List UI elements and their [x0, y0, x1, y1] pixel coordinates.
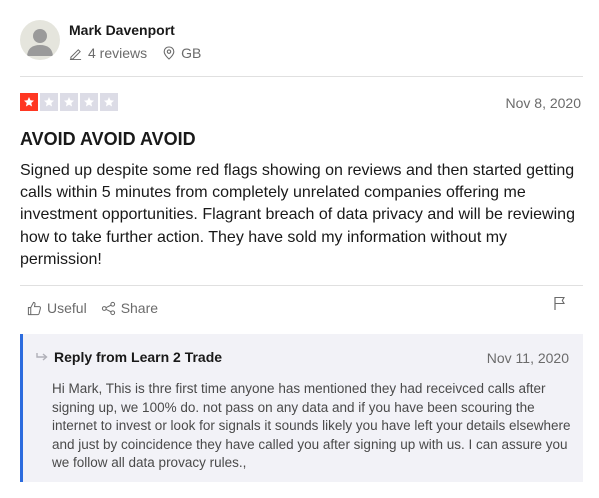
useful-label: Useful — [47, 300, 87, 316]
avatar[interactable] — [20, 20, 60, 60]
review-actions: Useful Share — [27, 300, 172, 316]
reviewer-name[interactable]: Mark Davenport — [69, 22, 175, 38]
star-3-empty — [60, 93, 78, 111]
star-4-empty — [80, 93, 98, 111]
review-title[interactable]: AVOID AVOID AVOID — [20, 129, 196, 150]
star-1-filled — [20, 93, 38, 111]
star-rating — [20, 93, 118, 111]
actions-divider — [20, 285, 583, 286]
reply-heading: Reply from Learn 2 Trade — [54, 349, 223, 365]
pencil-icon — [69, 48, 82, 60]
reply-date: Nov 11, 2020 — [486, 350, 569, 366]
share-icon — [101, 301, 115, 315]
user-silhouette-icon — [27, 29, 53, 56]
reviewer-meta: 4 reviews GB — [69, 45, 201, 61]
location-pin-icon — [163, 46, 175, 60]
flag-icon — [554, 296, 565, 310]
thumbs-up-icon — [27, 301, 41, 315]
reviewer-country: GB — [181, 45, 202, 61]
review-date: Nov 8, 2020 — [505, 95, 582, 111]
share-button[interactable]: Share — [101, 300, 158, 316]
reply-header: Reply from Learn 2 Trade — [36, 349, 222, 365]
review-text: Signed up despite some red flags showing… — [20, 162, 575, 268]
star-5-empty — [100, 93, 118, 111]
star-2-empty — [40, 93, 58, 111]
reply-text: Hi Mark, This is thre first time anyone … — [52, 381, 571, 470]
review-count: 4 reviews — [88, 45, 148, 61]
company-reply: Reply from Learn 2 Trade Nov 11, 2020 Hi… — [20, 334, 583, 482]
reply-arrow-icon — [36, 353, 48, 361]
useful-button[interactable]: Useful — [27, 300, 87, 316]
share-label: Share — [120, 300, 159, 316]
header-divider — [20, 76, 583, 77]
report-flag-button[interactable] — [553, 296, 567, 316]
